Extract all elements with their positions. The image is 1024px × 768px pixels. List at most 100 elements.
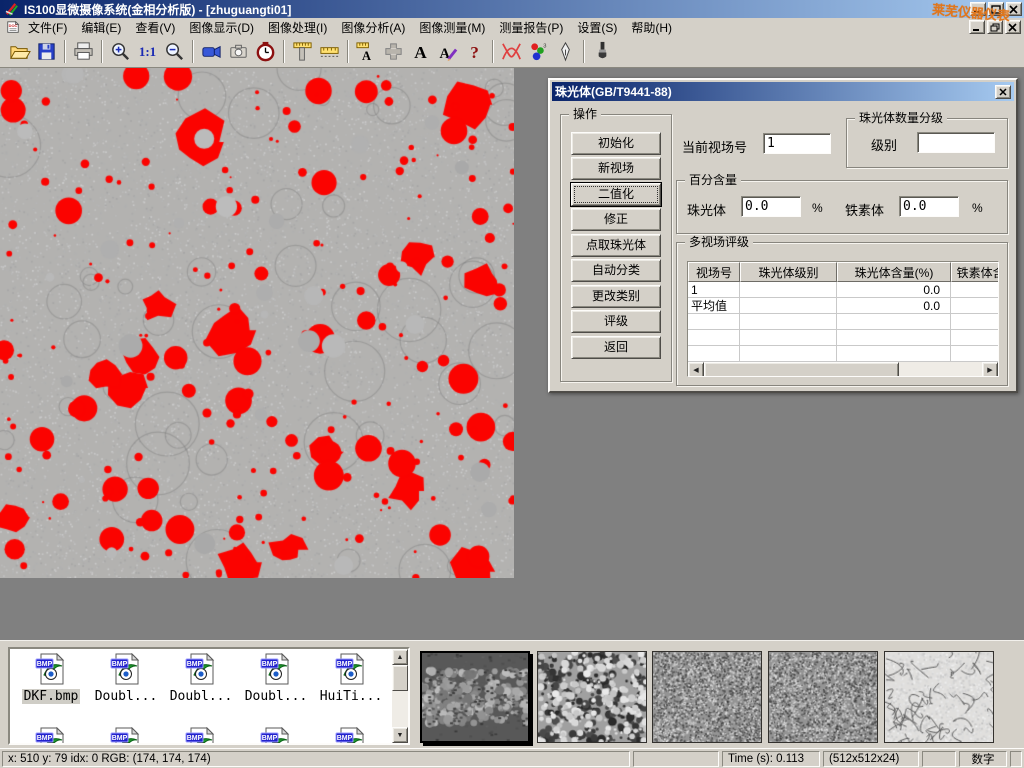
scroll-right-icon[interactable]: ▶ [982, 362, 998, 377]
brush-button[interactable] [589, 38, 616, 65]
table-row[interactable]: 1 0.0 [688, 282, 999, 298]
status-empty-panel [633, 751, 719, 767]
time-status: Time (s): 0.113 [722, 751, 820, 767]
file-item[interactable]: Doubl... [164, 653, 238, 704]
menu-edit[interactable]: 编辑(E) [74, 18, 128, 37]
table-row[interactable] [688, 346, 999, 362]
col-pearlite-level[interactable]: 珠光体级别 [740, 262, 837, 282]
open-button[interactable] [6, 38, 33, 65]
file-item[interactable]: HuiTi... [314, 653, 388, 704]
pearlite-percent-input[interactable] [741, 196, 801, 217]
table-row[interactable] [688, 330, 999, 346]
thumbnail-3[interactable] [652, 651, 762, 743]
cell: 1 [688, 282, 740, 298]
col-ferrite-content[interactable]: 铁素体含量(%) [951, 262, 999, 282]
scroll-down-icon[interactable]: ▼ [392, 727, 408, 743]
cell: 0.0 [837, 298, 951, 314]
toolbar-separator [347, 40, 349, 63]
timer-button[interactable] [252, 38, 279, 65]
menu-image-processing[interactable]: 图像处理(I) [261, 18, 334, 37]
help-button[interactable]: ? [461, 38, 488, 65]
curve-button[interactable] [498, 38, 525, 65]
table-row[interactable] [688, 314, 999, 330]
file-item[interactable] [14, 727, 88, 745]
pick-pearlite-button[interactable]: 点取珠光体 [571, 234, 661, 257]
caliper-button[interactable] [289, 38, 316, 65]
measure-text-button[interactable]: A [353, 38, 380, 65]
thumbnail-5[interactable] [884, 651, 994, 743]
grade-button[interactable]: 评级 [571, 310, 661, 333]
video-camera-button[interactable] [198, 38, 225, 65]
menu-image-measure[interactable]: 图像测量(M) [412, 18, 492, 37]
auto-classify-button[interactable]: 自动分类 [571, 259, 661, 282]
return-button[interactable]: 返回 [571, 336, 661, 359]
ruler-button[interactable] [316, 38, 343, 65]
table-horizontal-scrollbar[interactable]: ◀ ▶ [688, 362, 998, 377]
scrollbar-thumb[interactable] [704, 362, 899, 377]
current-field-label: 当前视场号 [682, 137, 747, 156]
bmp-file-icon [35, 727, 67, 745]
thumbnail-4[interactable] [768, 651, 878, 743]
thumbnail-2[interactable] [537, 651, 647, 743]
table-row[interactable]: 平均值 0.0 [688, 298, 999, 314]
merge-button[interactable] [380, 38, 407, 65]
dialog-close-icon[interactable] [995, 85, 1011, 99]
pen-icon [554, 40, 577, 63]
file-browser-scrollbar[interactable]: ▲ ▼ [392, 649, 408, 743]
file-item[interactable]: Doubl... [239, 653, 313, 704]
new-field-button[interactable]: 新视场 [571, 157, 661, 180]
menu-file[interactable]: 文件(F) [21, 18, 74, 37]
classify-button[interactable]: 3 [525, 38, 552, 65]
scrollbar-track[interactable] [899, 362, 982, 377]
camera-icon [227, 40, 250, 63]
file-item[interactable] [314, 727, 388, 745]
scroll-left-icon[interactable]: ◀ [688, 362, 704, 377]
file-item[interactable]: DKF.bmp [14, 653, 88, 704]
ferrite-percent-input[interactable] [899, 196, 959, 217]
save-button[interactable] [33, 38, 60, 65]
cell: 平均值 [688, 298, 740, 314]
correct-button[interactable]: 修正 [571, 208, 661, 231]
toolbar-separator [583, 40, 585, 63]
zoom-out-button[interactable] [161, 38, 188, 65]
scrollbar-thumb[interactable] [392, 665, 408, 691]
menu-bar: DOC 文件(F) 编辑(E) 查看(V) 图像显示(D) 图像处理(I) 图像… [0, 18, 1024, 36]
file-item[interactable] [89, 727, 163, 745]
zoom-in-button[interactable] [107, 38, 134, 65]
multi-field-group-label: 多视场评级 [685, 235, 753, 249]
capture-button[interactable] [225, 38, 252, 65]
menu-measure-report[interactable]: 测量报告(P) [492, 18, 570, 37]
level-input[interactable] [917, 132, 995, 153]
mdi-workspace: 珠光体(GB/T9441-88) 操作 初始化 新视场 二值化 修正 点取珠光体… [0, 68, 1024, 640]
menu-settings[interactable]: 设置(S) [570, 18, 624, 37]
video-camera-icon [200, 40, 223, 63]
binarize-button[interactable]: 二值化 [571, 183, 661, 206]
metallographic-image[interactable] [0, 68, 514, 578]
col-pearlite-content[interactable]: 珠光体含量(%) [837, 262, 951, 282]
scroll-up-icon[interactable]: ▲ [392, 649, 408, 665]
zoom-in-icon [109, 40, 132, 63]
menu-image-display[interactable]: 图像显示(D) [182, 18, 261, 37]
edit-text-button[interactable]: A [434, 38, 461, 65]
menu-help[interactable]: 帮助(H) [624, 18, 679, 37]
cell: 0.0 [837, 282, 951, 298]
toolbar-separator [492, 40, 494, 63]
actual-size-button[interactable]: 1:1 [134, 38, 161, 65]
file-item[interactable] [239, 727, 313, 745]
toolbar: 1:1 [0, 36, 1024, 68]
menu-view[interactable]: 查看(V) [128, 18, 182, 37]
change-class-button[interactable]: 更改类别 [571, 285, 661, 308]
pearlite-percent-sign: % [812, 201, 823, 215]
menu-image-analysis[interactable]: 图像分析(A) [334, 18, 412, 37]
col-field-no[interactable]: 视场号 [688, 262, 740, 282]
current-field-input[interactable] [763, 133, 831, 154]
print-button[interactable] [70, 38, 97, 65]
pen-button[interactable] [552, 38, 579, 65]
file-name: Doubl... [93, 689, 160, 704]
file-item[interactable]: Doubl... [89, 653, 163, 704]
init-button[interactable]: 初始化 [571, 132, 661, 155]
text-button[interactable]: A [407, 38, 434, 65]
file-item[interactable] [164, 727, 238, 745]
thumbnail-1[interactable] [420, 651, 530, 743]
file-name: HuiTi... [318, 689, 385, 704]
